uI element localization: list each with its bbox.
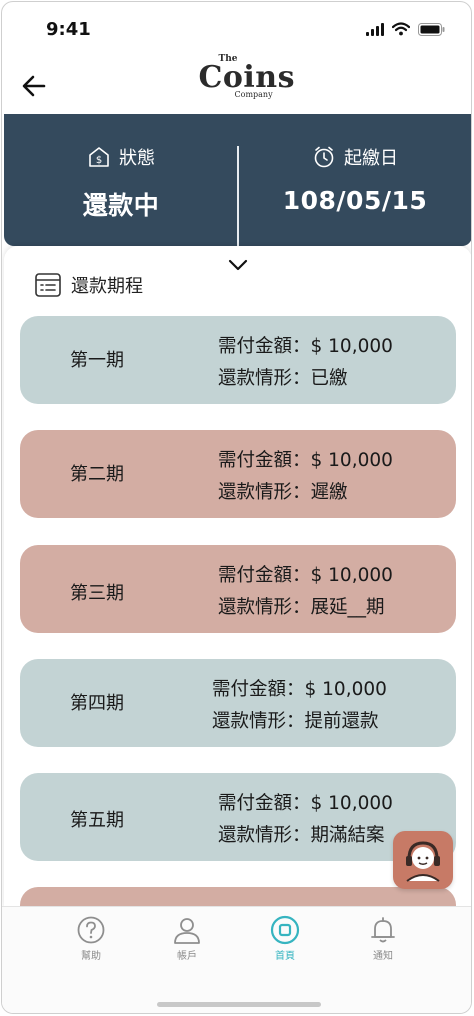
installment-period: 第三期 [70, 583, 124, 604]
installment-amount: 需付金額：$ 10,000 [218, 565, 393, 586]
schedule-title: 還款期程 [71, 276, 143, 297]
status-label: 狀態 [119, 148, 155, 169]
installment-state: 還款情形：期滿結案 [218, 825, 385, 846]
cellular-signal-icon [366, 23, 384, 36]
status-column: $ 狀態 還款中 [4, 114, 238, 246]
tab-label: 幫助 [81, 951, 101, 962]
tab-account[interactable]: 帳戶 [157, 915, 217, 975]
money-house-icon: $ [89, 147, 109, 167]
brand-logo: The Coins Company [177, 52, 297, 104]
installment-period: 第一期 [70, 350, 124, 371]
installment-card[interactable]: 第五期 需付金額：$ 10,000 還款情形：期滿結案 [20, 773, 456, 861]
tab-home[interactable]: 首頁 [255, 915, 315, 975]
home-indicator [157, 1002, 321, 1007]
installment-state: 還款情形：展延__期 [218, 597, 385, 618]
home-icon [270, 915, 300, 945]
bell-icon [371, 917, 395, 943]
tab-label: 首頁 [275, 951, 295, 962]
svg-text:$: $ [96, 155, 102, 166]
installment-state: 還款情形：遲繳 [218, 482, 348, 503]
loan-info-panel: $ 狀態 還款中 起繳日 108/05/15 [4, 114, 471, 246]
status-icons [366, 22, 445, 36]
wifi-icon [392, 22, 410, 36]
tab-label: 帳戶 [177, 951, 197, 962]
calendar-list-icon [35, 273, 61, 297]
logo-sub: Company [234, 90, 273, 99]
start-date-value: 108/05/15 [282, 186, 428, 215]
bottom-tab-bar: 幫助 帳戶 首頁 通知 [2, 906, 471, 1013]
tab-notifications[interactable]: 通知 [353, 915, 413, 975]
installment-card-partial[interactable] [20, 887, 456, 908]
chevron-down-icon[interactable] [227, 258, 249, 272]
tab-help[interactable]: 幫助 [61, 915, 121, 975]
app-header: The Coins Company [2, 50, 471, 114]
installment-state: 還款情形：已繳 [218, 368, 348, 389]
tab-label: 通知 [373, 951, 393, 962]
customer-service-button[interactable] [393, 831, 453, 889]
start-date-column: 起繳日 108/05/15 [238, 114, 471, 246]
installment-card[interactable]: 第三期 需付金額：$ 10,000 還款情形：展延__期 [20, 545, 456, 633]
help-icon [77, 916, 105, 944]
battery-icon [418, 23, 445, 36]
installment-period: 第五期 [70, 810, 124, 831]
installment-card[interactable]: 第二期 需付金額：$ 10,000 還款情形：遲繳 [20, 430, 456, 518]
schedule-header: 還款期程 [34, 272, 143, 298]
installment-period: 第二期 [70, 464, 124, 485]
installment-amount: 需付金額：$ 10,000 [212, 679, 387, 700]
user-icon [174, 918, 200, 944]
installment-card[interactable]: 第四期 需付金額：$ 10,000 還款情形：提前還款 [20, 659, 456, 747]
installment-amount: 需付金額：$ 10,000 [218, 336, 393, 357]
back-arrow-icon[interactable] [20, 72, 48, 100]
installment-amount: 需付金額：$ 10,000 [218, 450, 393, 471]
installment-card[interactable]: 第一期 需付金額：$ 10,000 還款情形：已繳 [20, 316, 456, 404]
phone-frame: 9:41 The Coins Company $ 狀態 還款中 起繳日 108/… [1, 1, 472, 1014]
schedule-sheet[interactable]: 還款期程 第一期 需付金額：$ 10,000 還款情形：已繳 第二期 需付金額：… [4, 246, 471, 908]
support-agent-icon [406, 841, 440, 882]
status-value: 還款中 [82, 191, 160, 220]
installment-amount: 需付金額：$ 10,000 [218, 793, 393, 814]
clock-icon [314, 146, 334, 168]
status-bar: 9:41 [2, 2, 471, 52]
installment-state: 還款情形：提前還款 [212, 711, 379, 732]
start-date-label: 起繳日 [344, 148, 398, 169]
status-time: 9:41 [46, 19, 91, 40]
installment-period: 第四期 [70, 693, 124, 714]
